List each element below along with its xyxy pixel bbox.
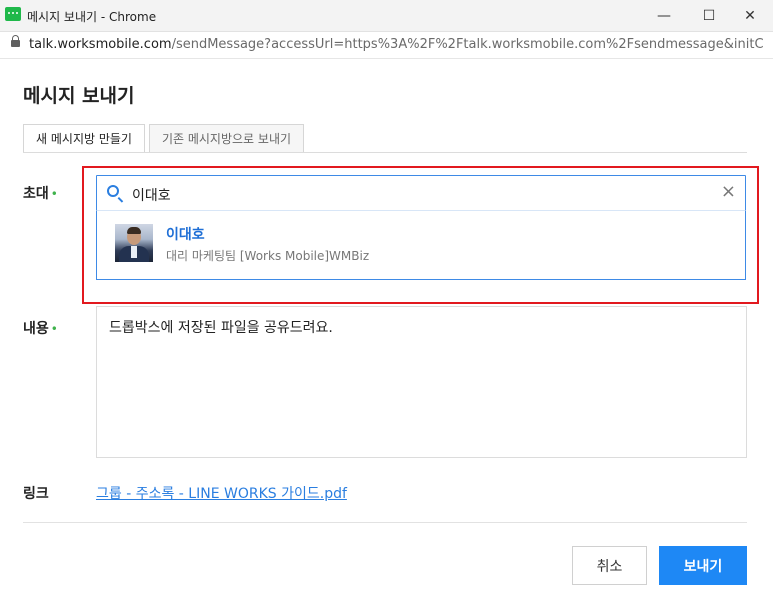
attached-file-link[interactable]: 그룹 - 주소록 - LINE WORKS 가이드.pdf bbox=[96, 483, 347, 503]
close-window-button[interactable]: ✕ bbox=[727, 0, 773, 31]
required-mark: • bbox=[50, 187, 58, 201]
link-label: 링크 bbox=[23, 486, 49, 502]
lock-icon bbox=[11, 35, 20, 47]
required-mark: • bbox=[50, 322, 58, 336]
search-value[interactable]: 이대호 bbox=[132, 185, 171, 205]
tab-existing-message-room[interactable]: 기존 메시지방으로 보내기 bbox=[149, 124, 304, 153]
minimize-button[interactable]: — bbox=[641, 0, 687, 31]
send-button[interactable]: 보내기 bbox=[659, 546, 747, 585]
tab-divider bbox=[23, 152, 747, 153]
url-text[interactable]: talk.worksmobile.com/sendMessage?accessU… bbox=[29, 37, 764, 52]
dialog-title: 메시지 보내기 bbox=[23, 85, 135, 107]
window-title: 메시지 보내기 - Chrome bbox=[27, 10, 157, 24]
search-icon bbox=[107, 185, 119, 197]
search-result-dropdown: 이대호 대리 마케팅팀 [Works Mobile]WMBiz bbox=[96, 210, 746, 280]
maximize-button[interactable]: ☐ bbox=[686, 0, 732, 31]
clear-icon[interactable]: × bbox=[721, 183, 736, 201]
invite-search-input[interactable]: 이대호 × bbox=[96, 175, 746, 211]
invite-label: 초대 • bbox=[23, 186, 58, 202]
window-titlebar: 메시지 보내기 - Chrome — ☐ ✕ bbox=[0, 0, 773, 32]
result-info: 대리 마케팅팀 [Works Mobile]WMBiz bbox=[166, 249, 370, 263]
content-label: 내용 • bbox=[23, 321, 58, 337]
line-works-app-icon bbox=[5, 7, 21, 21]
result-name[interactable]: 이대호 bbox=[166, 224, 205, 244]
send-message-dialog: 메시지 보내기 새 메시지방 만들기 기존 메시지방으로 보내기 초대 • 이대호… bbox=[0, 59, 773, 609]
message-content-textarea[interactable]: 드롭박스에 저장된 파일을 공유드려요. bbox=[96, 306, 747, 458]
avatar bbox=[115, 224, 153, 262]
footer-divider bbox=[23, 522, 747, 523]
tab-new-message-room[interactable]: 새 메시지방 만들기 bbox=[23, 124, 145, 153]
cancel-button[interactable]: 취소 bbox=[572, 546, 647, 585]
address-bar[interactable]: talk.worksmobile.com/sendMessage?accessU… bbox=[0, 32, 773, 59]
